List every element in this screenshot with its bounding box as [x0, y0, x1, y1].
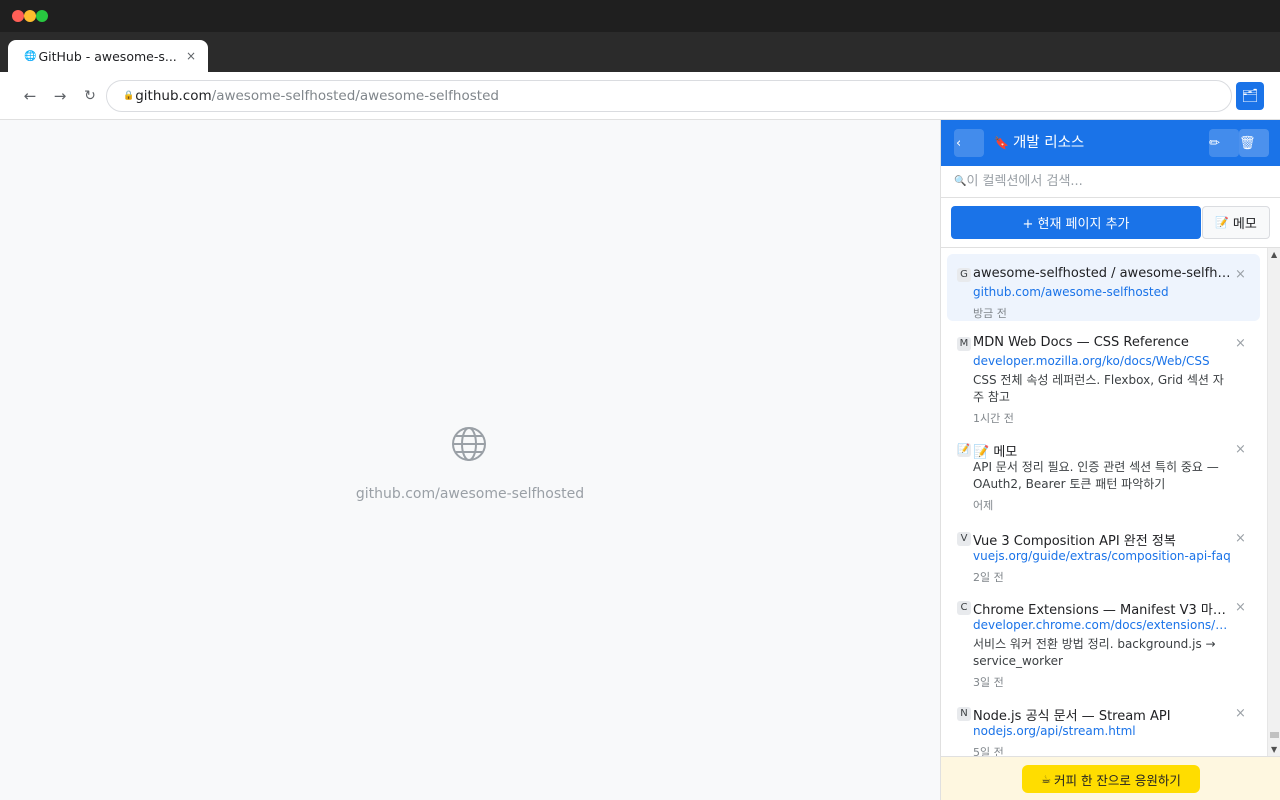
address-bar[interactable]: 🔒 github.com/awesome-selfhosted/awesome-s… [106, 80, 1232, 112]
folder-icon: 🗂 [1241, 88, 1259, 104]
item-url[interactable]: vuejs.org/guide/extras/composition-api-f… [973, 549, 1231, 563]
collection-title: 개발 리소스 [1012, 135, 1085, 151]
address-host: github.com [135, 88, 212, 104]
window-titlebar [0, 0, 1280, 32]
item-note: API 문서 정리 필요. 인증 관련 섹션 특히 중요 — OAuth2, B… [973, 460, 1219, 491]
bookmark-list: G awesome-selfhosted / awesome-selfhoste… [941, 248, 1267, 756]
item-title: Vue 3 Composition API 완전 정복 [973, 534, 1176, 549]
memo-item[interactable]: 📝 📝 메모 API 문서 정리 필요. 인증 관련 섹션 특히 중요 — OA… [947, 429, 1260, 513]
list-item[interactable]: M MDN Web Docs — CSS Reference developer… [947, 323, 1260, 425]
delete-collection-button[interactable]: 🗑 [1239, 129, 1269, 157]
lock-icon: 🔒 [123, 91, 135, 101]
memo-button-label: 메모 [1232, 217, 1257, 232]
item-note: 서비스 워커 전환 방법 정리. background.js → service… [973, 637, 1216, 668]
item-title: MDN Web Docs — CSS Reference [973, 335, 1189, 350]
add-memo-button[interactable]: 📝 메모 [1202, 206, 1270, 239]
item-title: 📝 메모 [973, 445, 1018, 460]
forward-button[interactable]: → [48, 84, 72, 108]
favicon-icon: M [957, 337, 971, 351]
remove-item-icon[interactable]: × [1235, 267, 1246, 282]
panel-back-button[interactable]: ‹ [954, 129, 984, 157]
collection-search-input[interactable] [966, 174, 1267, 189]
remove-item-icon[interactable]: × [1235, 531, 1246, 546]
globe-icon: 🌐 [24, 50, 37, 62]
support-coffee-button[interactable]: ☕ 커피 한 잔으로 응원하기 [1022, 765, 1200, 793]
search-icon: 🔍 [954, 176, 967, 187]
support-button-label: 커피 한 잔으로 응원하기 [1053, 772, 1181, 788]
item-time: 2일 전 [973, 571, 1004, 584]
tab-title: GitHub - awesome-s... [38, 48, 177, 64]
memo-icon: 📝 [957, 443, 971, 457]
item-url[interactable]: developer.mozilla.org/ko/docs/Web/CSS [973, 354, 1231, 368]
item-title: Node.js 공식 문서 — Stream API [973, 709, 1171, 724]
scrollbar-thumb[interactable] [1270, 732, 1279, 738]
remove-item-icon[interactable]: × [1235, 600, 1246, 615]
close-window-button[interactable] [12, 10, 24, 22]
bookmark-icon: 🔖 [994, 136, 1009, 150]
browser-toolbar: ← → ↻ 🔒 github.com/awesome-selfhosted/awe… [0, 72, 1280, 120]
panel-title-wrap: 🔖 개발 리소스 [994, 120, 1084, 166]
favicon-icon: V [957, 532, 971, 546]
coffee-icon: ☕ [1041, 772, 1051, 786]
item-note: CSS 전체 속성 레퍼런스. Flexbox, Grid 섹션 자주 참고 [973, 373, 1224, 404]
reload-button[interactable]: ↻ [78, 84, 102, 108]
collection-search: 🔍 [941, 166, 1280, 198]
item-title: Chrome Extensions — Manifest V3 마이그레이션 가… [973, 603, 1231, 618]
tab-strip: 🌐 GitHub - awesome-s... × [0, 32, 1280, 72]
item-time: 어제 [973, 499, 994, 512]
list-item[interactable]: C Chrome Extensions — Manifest V3 마이그레이션… [947, 587, 1260, 689]
page-content: github.com/awesome-selfhosted [0, 120, 940, 800]
panel-actions: + 현재 페이지 추가 📝 메모 [941, 198, 1280, 248]
address-path: /awesome-selfhosted/awesome-selfhosted [211, 88, 499, 104]
trash-icon: 🗑 [1239, 135, 1256, 151]
pencil-icon: ✏ [1209, 135, 1220, 151]
maximize-window-button[interactable] [36, 10, 48, 22]
favicon-icon: C [957, 601, 971, 615]
list-scrollbar[interactable]: ▲ ▼ [1267, 248, 1280, 756]
remove-item-icon[interactable]: × [1235, 442, 1246, 457]
browser-tab[interactable]: 🌐 GitHub - awesome-s... × [8, 40, 208, 72]
back-button[interactable]: ← [18, 84, 42, 108]
item-time: 3일 전 [973, 676, 1004, 689]
item-url[interactable]: developer.chrome.com/docs/extensions/mig… [973, 618, 1231, 632]
panel-footer: ☕ 커피 한 잔으로 응원하기 [941, 756, 1280, 800]
collection-side-panel: ‹ 🔖개발 리소스 ✏ 🗑 🔍 + 현재 페이지 추가 📝메모 G awesom… [940, 120, 1280, 800]
favicon-icon: N [957, 707, 971, 721]
scroll-down-icon[interactable]: ▼ [1271, 745, 1277, 754]
memo-icon: 📝 [1215, 216, 1229, 229]
favicon-icon: G [957, 268, 971, 282]
panel-header: ‹ 🔖 개발 리소스 ✏ 🗑 [941, 120, 1280, 166]
item-title: awesome-selfhosted / awesome-selfhosted [973, 266, 1231, 281]
item-time: 1시간 전 [973, 412, 1014, 425]
item-url[interactable]: nodejs.org/api/stream.html [973, 724, 1231, 738]
list-item[interactable]: N Node.js 공식 문서 — Stream API nodejs.org/… [947, 693, 1260, 756]
tab-close-icon[interactable]: × [186, 49, 196, 63]
add-current-page-button[interactable]: + 현재 페이지 추가 [951, 206, 1201, 239]
minimize-window-button[interactable] [24, 10, 36, 22]
list-item[interactable]: V Vue 3 Composition API 완전 정복 vuejs.org/… [947, 518, 1260, 584]
item-time: 방금 전 [973, 307, 1007, 320]
extension-button[interactable]: 🗂 [1236, 82, 1264, 110]
remove-item-icon[interactable]: × [1235, 336, 1246, 351]
item-url[interactable]: github.com/awesome-selfhosted [973, 285, 1231, 299]
edit-collection-button[interactable]: ✏ [1209, 129, 1239, 157]
scroll-up-icon[interactable]: ▲ [1271, 250, 1277, 259]
page-url-label: github.com/awesome-selfhosted [355, 486, 585, 502]
globe-icon [452, 427, 486, 461]
remove-item-icon[interactable]: × [1235, 706, 1246, 721]
list-item[interactable]: G awesome-selfhosted / awesome-selfhoste… [947, 254, 1260, 321]
item-time: 5일 전 [973, 746, 1004, 756]
